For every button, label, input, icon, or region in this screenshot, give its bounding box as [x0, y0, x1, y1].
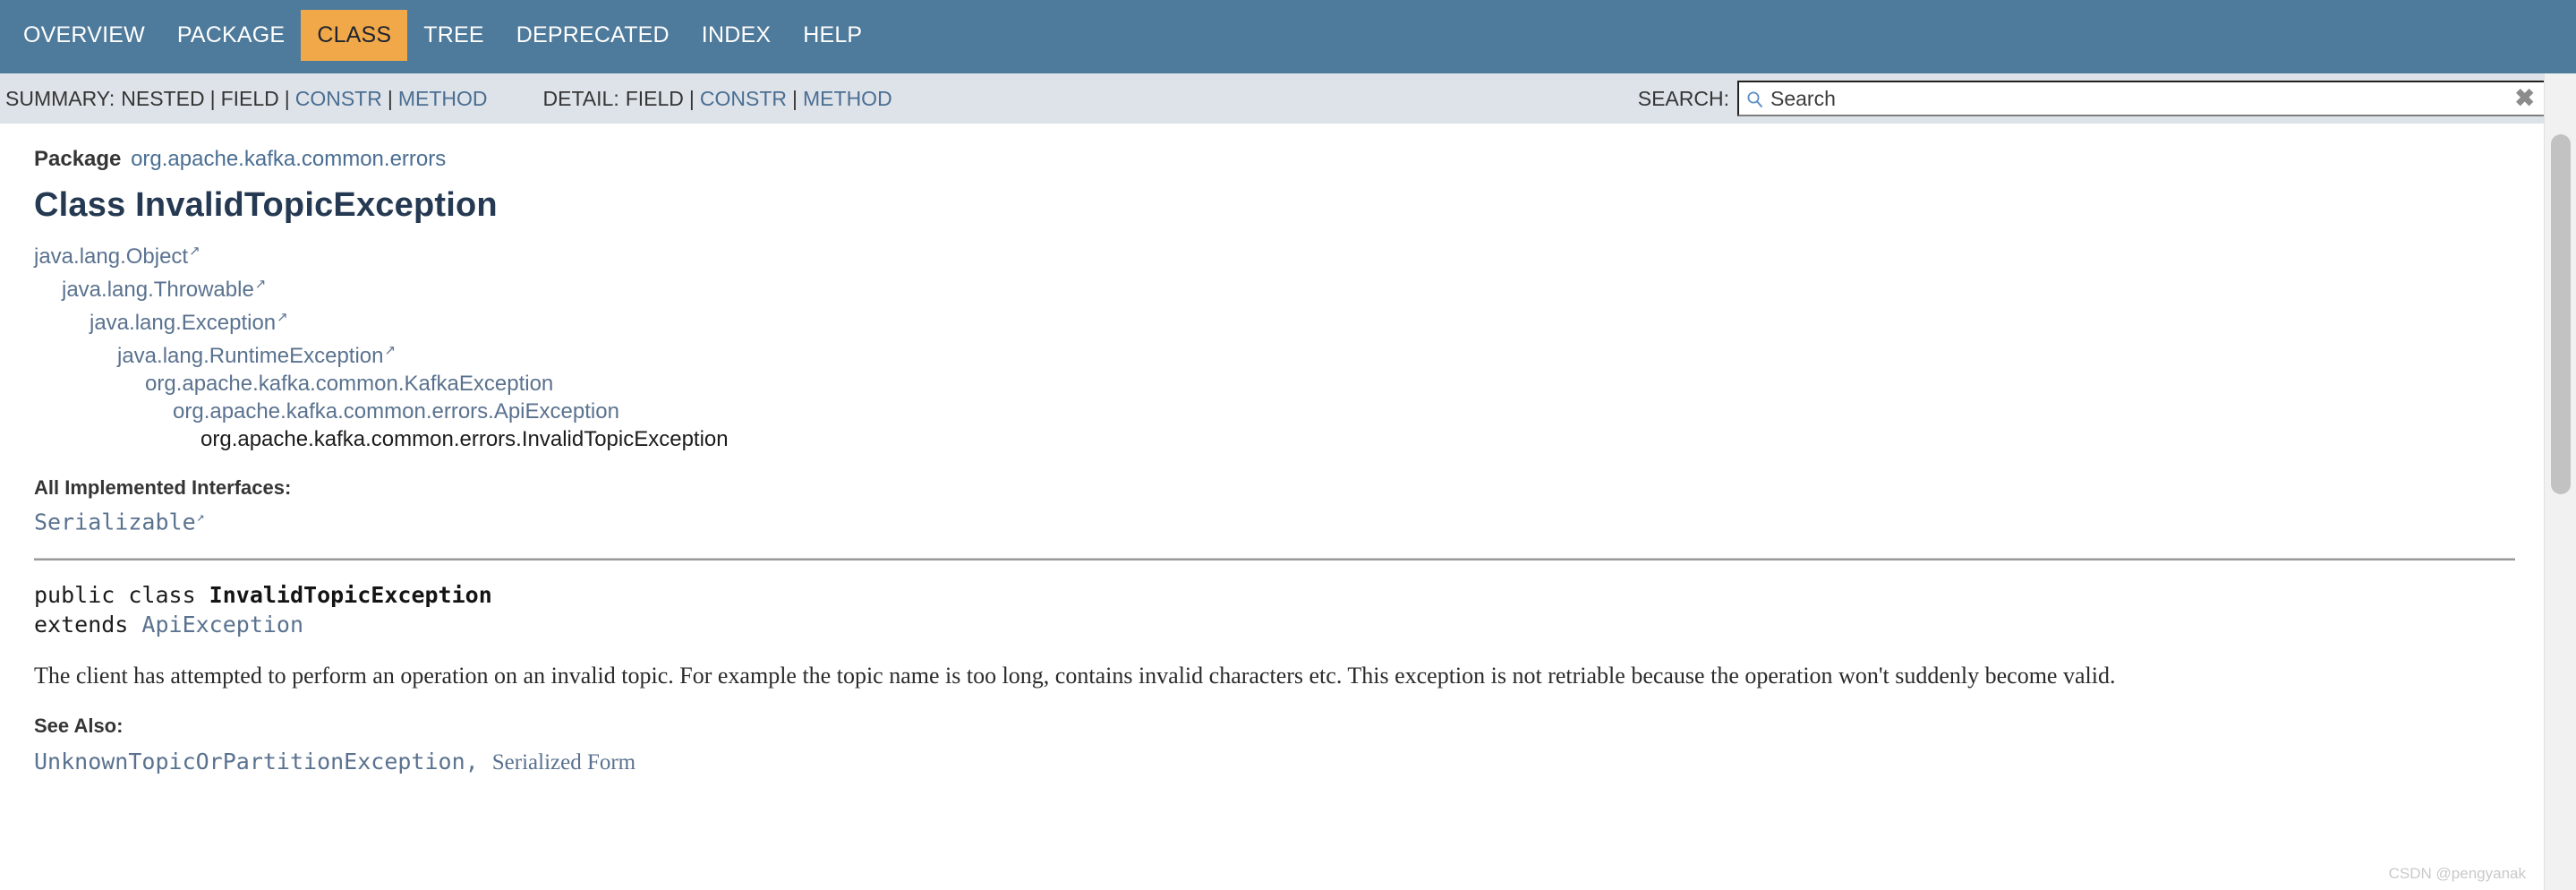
section-divider [34, 558, 2515, 561]
top-nav-list: OVERVIEW PACKAGE CLASS TREE DEPRECATED I… [7, 9, 878, 61]
inheritance-row: java.lang.Exception↗ [34, 304, 2576, 337]
summary-nested: NESTED [121, 86, 205, 110]
inheritance-row: java.lang.Throwable↗ [34, 270, 2576, 304]
class-description: The client has attempted to perform an o… [34, 663, 2116, 689]
inheritance-row-current: org.apache.kafka.common.errors.InvalidTo… [34, 425, 2576, 453]
see-also-list: UnknownTopicOrPartitionException, Serial… [34, 749, 2576, 775]
nav-item-index[interactable]: INDEX [686, 10, 787, 61]
page-title: Class InvalidTopicException [34, 186, 498, 224]
scrollbar-thumb[interactable] [2551, 134, 2571, 494]
summary-field: FIELD [220, 86, 279, 110]
summary-constr-link[interactable]: CONSTR [295, 87, 382, 111]
superclass-link[interactable]: ApiException [141, 612, 303, 638]
class-documentation-body: Package org.apache.kafka.common.errors C… [0, 124, 2576, 890]
interface-link-serializable[interactable]: Serializable [34, 509, 196, 535]
close-icon[interactable]: ✖ [2514, 86, 2535, 111]
inheritance-row: org.apache.kafka.common.errors.ApiExcept… [34, 398, 2576, 425]
see-also-link-serialized-form[interactable]: Serialized Form [492, 750, 635, 774]
summary-separator-1: | [209, 86, 216, 110]
inheritance-row: java.lang.Object↗ [34, 237, 2576, 270]
nav-item-help[interactable]: HELP [787, 10, 878, 61]
search-area: SEARCH: Search ✖ [1638, 81, 2546, 116]
summary-detail-bar: SUMMARY: NESTED | FIELD | CONSTR | METHO… [0, 73, 2576, 124]
search-placeholder-text: Search [1770, 86, 1836, 110]
inheritance-current-class: org.apache.kafka.common.errors.InvalidTo… [200, 427, 729, 451]
detail-constr-link[interactable]: CONSTR [700, 87, 787, 111]
inheritance-link-kafkaexception[interactable]: org.apache.kafka.common.KafkaException [145, 372, 553, 396]
package-name-link[interactable]: org.apache.kafka.common.errors [131, 147, 446, 171]
external-link-icon: ↗ [196, 509, 205, 525]
search-icon [1746, 90, 1764, 108]
summary-group: SUMMARY: NESTED | FIELD | CONSTR | METHO… [5, 87, 488, 111]
package-line: Package org.apache.kafka.common.errors [34, 124, 2576, 172]
implemented-interfaces-list: Serializable↗ [34, 509, 2576, 535]
watermark-text: CSDN @pengyanak [2388, 865, 2526, 882]
class-signature-line-1: public class InvalidTopicException [34, 580, 2576, 610]
see-also-heading: See Also: [34, 715, 124, 738]
inheritance-link-exception[interactable]: java.lang.Exception [90, 311, 276, 335]
detail-group: DETAIL: FIELD | CONSTR | METHOD [543, 87, 892, 111]
summary-label: SUMMARY: [5, 86, 115, 110]
summary-method-link[interactable]: METHOD [398, 87, 488, 111]
class-modifiers: public class [34, 582, 209, 609]
summary-separator-3: | [387, 86, 393, 110]
see-also-link-unknowntopicorpartitionexception[interactable]: UnknownTopicOrPartitionException [34, 749, 465, 774]
external-link-icon: ↗ [384, 343, 397, 358]
detail-label: DETAIL: [542, 86, 619, 110]
extends-keyword: extends [34, 612, 142, 638]
top-navigation-bar: OVERVIEW PACKAGE CLASS TREE DEPRECATED I… [0, 0, 2576, 73]
detail-separator-1: | [688, 86, 695, 110]
inheritance-link-runtimeexception[interactable]: java.lang.RuntimeException [117, 344, 384, 368]
inheritance-row: org.apache.kafka.common.KafkaException [34, 370, 2576, 398]
nav-item-overview[interactable]: OVERVIEW [7, 10, 161, 61]
nav-item-package[interactable]: PACKAGE [161, 10, 301, 61]
nav-item-deprecated[interactable]: DEPRECATED [500, 10, 686, 61]
nav-item-class[interactable]: CLASS [301, 9, 408, 61]
inheritance-link-object[interactable]: java.lang.Object [34, 244, 188, 269]
search-label: SEARCH: [1637, 86, 1729, 110]
inheritance-link-throwable[interactable]: java.lang.Throwable [62, 278, 254, 302]
detail-field: FIELD [625, 86, 684, 110]
external-link-icon: ↗ [277, 310, 288, 325]
nav-item-tree[interactable]: TREE [407, 10, 499, 61]
class-signature: public class InvalidTopicException exten… [34, 580, 2576, 639]
vertical-scrollbar[interactable] [2544, 73, 2576, 890]
class-name: InvalidTopicException [209, 582, 492, 609]
external-link-icon: ↗ [189, 244, 200, 259]
class-signature-line-2: extends ApiException [34, 610, 2576, 639]
implemented-interfaces-heading: All Implemented Interfaces: [34, 476, 292, 499]
summary-separator-2: | [284, 86, 290, 110]
detail-separator-2: | [792, 86, 798, 110]
package-label: Package [34, 147, 122, 171]
inheritance-link-apiexception[interactable]: org.apache.kafka.common.errors.ApiExcept… [173, 399, 619, 424]
search-input[interactable]: Search ✖ [1737, 81, 2546, 116]
external-link-icon: ↗ [254, 277, 267, 292]
detail-method-link[interactable]: METHOD [803, 87, 892, 111]
inheritance-row: java.lang.RuntimeException↗ [34, 337, 2576, 370]
see-also-comma: , [465, 749, 492, 775]
inheritance-tree: java.lang.Object↗ java.lang.Throwable↗ j… [34, 237, 2576, 453]
